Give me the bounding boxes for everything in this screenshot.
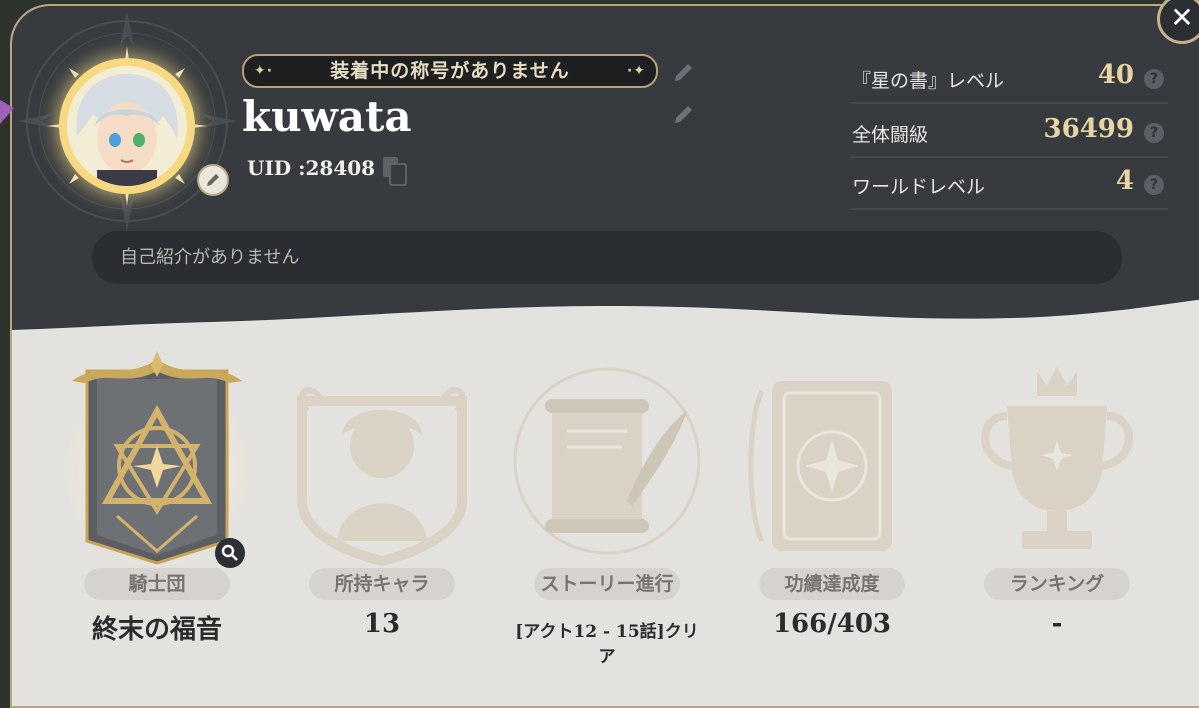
close-icon: ✕ (1170, 1, 1194, 34)
section-story[interactable]: ストーリー進行 [アクト12 - 15話]クリア (507, 351, 707, 667)
question-icon[interactable]: ? (1144, 69, 1164, 89)
section-label: 所持キャラ (309, 568, 455, 600)
magnifier-icon[interactable] (215, 538, 245, 568)
uid-text: UID :28408 (247, 156, 376, 180)
book-card-icon (748, 381, 892, 551)
sparkle-icon: ·✦ (626, 63, 646, 79)
section-label: ランキング (984, 568, 1130, 600)
section-characters[interactable]: 所持キャラ 13 (282, 351, 482, 661)
avatar-image (67, 66, 187, 186)
section-achievements[interactable]: 功績達成度 166/403 (732, 351, 932, 661)
scroll-quill-icon (513, 367, 701, 555)
character-count: 13 (363, 609, 401, 639)
stat-star-book-level: 『星の書』レベル 40 ? (850, 56, 1168, 104)
section-knights[interactable]: 騎士団 終末の福音 (57, 351, 257, 661)
side-tab-icon[interactable] (0, 98, 16, 128)
stat-total-power: 全体闘級 36499 ? (850, 110, 1168, 158)
copy-icon[interactable] (382, 156, 408, 186)
story-progress: [アクト12 - 15話]クリア (515, 622, 699, 667)
question-icon[interactable]: ? (1144, 175, 1164, 195)
edit-avatar-button[interactable] (197, 164, 229, 196)
pencil-icon (207, 174, 219, 186)
self-intro-field[interactable]: 自己紹介がありません (92, 231, 1122, 284)
avatar[interactable] (47, 46, 229, 206)
achievement-rate: 166/403 (772, 609, 892, 639)
ranking-value: - (1051, 609, 1063, 639)
equipped-title[interactable]: ✦· 装着中の称号がありません ·✦ (242, 54, 658, 88)
stat-world-level: ワールドレベル 4 ? (850, 162, 1168, 210)
edit-name-icon[interactable] (672, 102, 696, 126)
question-icon[interactable]: ? (1144, 123, 1164, 143)
section-ranking[interactable]: ランキング - (957, 351, 1157, 661)
section-label: 功績達成度 (759, 568, 905, 600)
profile-panel: ✦· 装着中の称号がありません ·✦ kuwata UID :28408 『星の… (10, 4, 1199, 708)
section-label: 騎士団 (84, 568, 230, 600)
sparkle-icon: ✦· (254, 63, 274, 79)
knights-emblem-icon (62, 351, 252, 566)
username: kuwata (242, 92, 412, 141)
section-label: ストーリー進行 (534, 568, 680, 600)
trophy-icon (981, 366, 1133, 549)
character-silhouette-icon (297, 387, 467, 566)
edit-title-icon[interactable] (672, 60, 696, 84)
knights-name: 終末の福音 (91, 615, 222, 645)
